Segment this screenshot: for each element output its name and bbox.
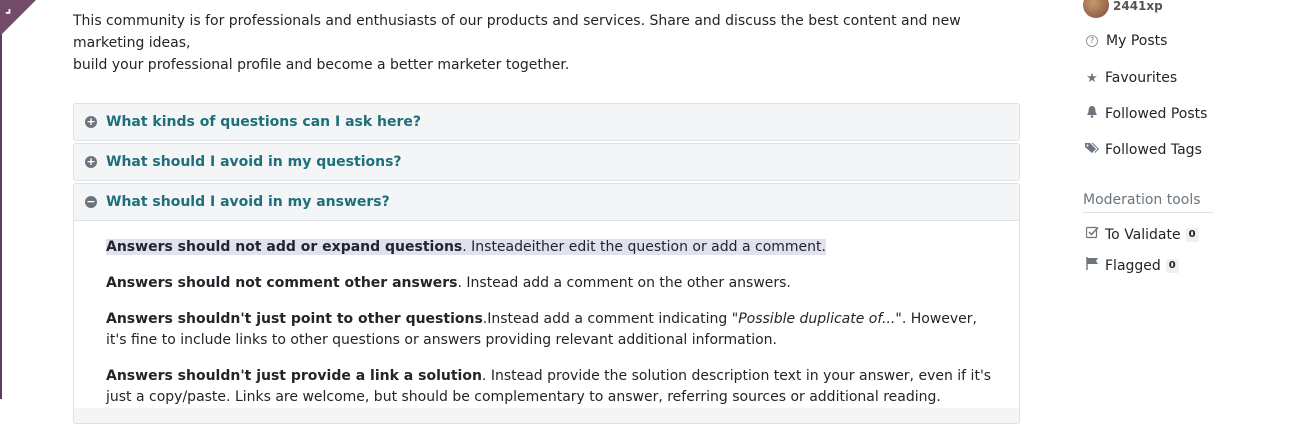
faq-title: What kinds of questions can I ask here?: [106, 114, 422, 130]
faq-title: What should I avoid in my answers?: [106, 194, 390, 210]
answer-rule-4: Answers shouldn't just provide a link a …: [106, 366, 999, 408]
answer-rule-2: Answers should not comment other answers…: [106, 273, 999, 294]
sidebar-item-to-validate[interactable]: To Validate 0: [1085, 226, 1199, 243]
xp-value: 2441xp: [1113, 0, 1163, 13]
check-square-icon: [1085, 226, 1099, 243]
rule-title: Answers should not comment other answers: [106, 275, 458, 291]
plus-circle-icon: +: [85, 155, 97, 168]
moderation-tools-title: Moderation tools: [1083, 192, 1213, 213]
flag-icon: [1085, 257, 1099, 274]
rule-text: . Instead add a comment on the other ans…: [457, 275, 791, 291]
rule-text: . Insteadeither edit the question or add…: [462, 239, 826, 255]
faq-item-avoid-answers: − What should I avoid in my answers? Ans…: [73, 183, 1020, 424]
rule-title: Answers should not add or expand questio…: [106, 239, 463, 255]
faq-title: What should I avoid in my questions?: [106, 154, 402, 170]
count-badge: 0: [1165, 258, 1179, 273]
intro-line-2: build your professional profile and beco…: [73, 57, 570, 73]
count-badge: 0: [1185, 227, 1199, 242]
faq-header-avoid-questions[interactable]: + What should I avoid in my questions?: [74, 144, 1019, 180]
rule-title: Answers shouldn't just provide a link a …: [106, 368, 482, 384]
sidebar-item-flagged[interactable]: Flagged 0: [1085, 257, 1179, 274]
sidebar-item-label: Favourites: [1105, 70, 1178, 86]
avatar[interactable]: [1083, 0, 1109, 18]
sidebar-item-my-posts[interactable]: ? My Posts: [1085, 33, 1167, 49]
left-border: [0, 0, 2, 399]
sidebar-item-favourites[interactable]: ★ Favourites: [1085, 70, 1177, 86]
sidebar-item-label: Followed Posts: [1105, 106, 1208, 122]
intro-line-1: This community is for professionals and …: [73, 13, 961, 51]
corner-arrow-icon: ⌟: [5, 0, 12, 16]
faq-body-avoid-answers: Answers should not add or expand questio…: [74, 221, 1019, 408]
star-icon: ★: [1086, 70, 1098, 86]
minus-circle-icon: −: [85, 195, 97, 208]
faq-header-avoid-answers[interactable]: − What should I avoid in my answers?: [74, 184, 1019, 221]
sidebar-item-followed-posts[interactable]: Followed Posts: [1085, 106, 1207, 122]
faq-item-avoid-questions: + What should I avoid in my questions?: [73, 143, 1020, 181]
sidebar-item-followed-tags[interactable]: Followed Tags: [1085, 142, 1202, 158]
sidebar-item-label: Followed Tags: [1105, 142, 1202, 158]
rule-title: Answers shouldn't just point to other qu…: [106, 311, 483, 327]
faq-header-questions[interactable]: + What kinds of questions can I ask here…: [74, 104, 1019, 140]
faq-accordion: + What kinds of questions can I ask here…: [73, 103, 1020, 426]
answer-rule-1: Answers should not add or expand questio…: [106, 237, 999, 258]
forum-description: This community is for professionals and …: [73, 10, 1013, 76]
rule-text: .Instead add a comment indicating: [482, 311, 732, 327]
sidebar-item-label: Flagged: [1105, 257, 1161, 274]
tags-icon: [1085, 142, 1099, 158]
bell-icon: [1085, 106, 1099, 122]
plus-circle-icon: +: [85, 115, 97, 128]
sidebar-item-label: To Validate: [1105, 226, 1181, 243]
question-circle-icon: ?: [1086, 35, 1098, 47]
rule-quote: "Possible duplicate of...": [731, 311, 902, 327]
sidebar-item-label: My Posts: [1106, 33, 1168, 49]
faq-item-questions: + What kinds of questions can I ask here…: [73, 103, 1020, 141]
answer-rule-3: Answers shouldn't just point to other qu…: [106, 309, 999, 351]
